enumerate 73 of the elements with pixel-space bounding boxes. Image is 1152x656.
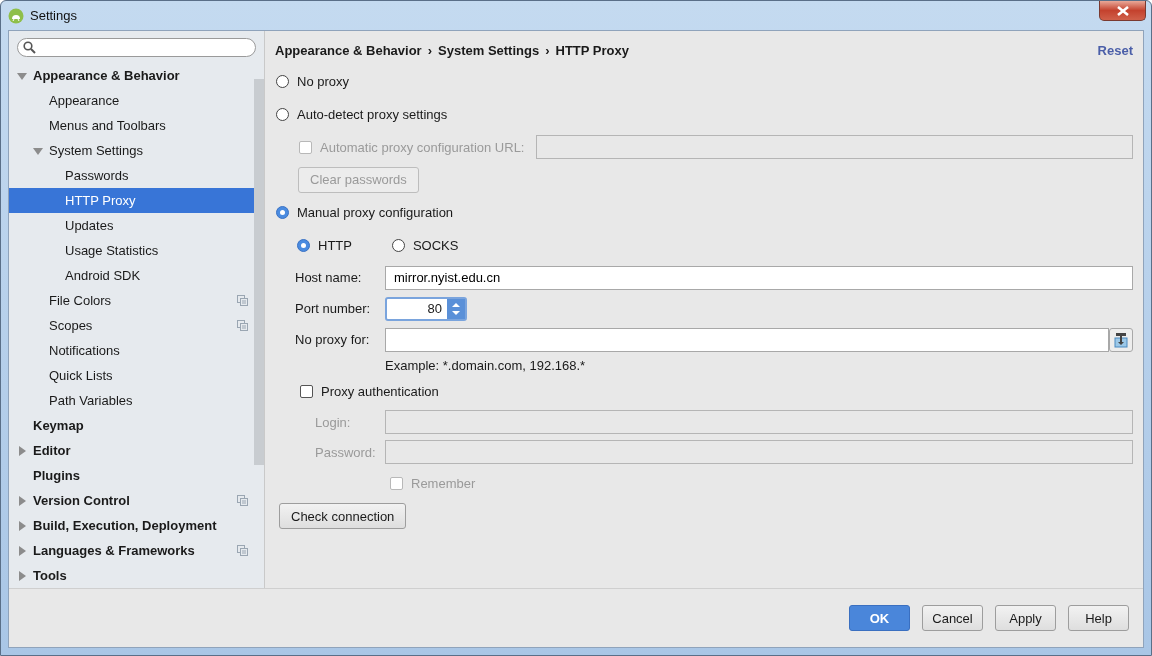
sidebar-item[interactable]: Android SDK: [9, 263, 254, 288]
checkbox-label: Remember: [411, 475, 476, 491]
sidebar-item[interactable]: Updates: [9, 213, 254, 238]
radio-label: SOCKS: [412, 238, 459, 253]
expanded-arrow-icon[interactable]: [33, 145, 43, 156]
radio-label: Manual proxy configuration: [297, 205, 454, 220]
dialog-button[interactable]: Apply: [995, 605, 1056, 631]
expanded-arrow-icon[interactable]: [17, 70, 27, 81]
sidebar-item[interactable]: HTTP Proxy: [9, 188, 254, 213]
search-field[interactable]: [17, 38, 256, 57]
sidebar-item[interactable]: Notifications: [9, 338, 254, 363]
checkbox[interactable]: [300, 384, 313, 398]
port-number-spinner[interactable]: 80: [385, 296, 467, 321]
checkbox-label: Proxy authentication: [321, 383, 439, 399]
input-field[interactable]: [385, 410, 1133, 434]
reset-link[interactable]: Reset: [1097, 42, 1133, 58]
radio-button[interactable]: [276, 75, 289, 88]
sidebar-item[interactable]: Path Variables: [9, 388, 254, 413]
radio-button[interactable]: [297, 239, 310, 252]
url-field[interactable]: [536, 135, 1133, 159]
sidebar-item[interactable]: Scopes: [9, 313, 254, 338]
breadcrumb-item: Appearance & Behavior: [275, 42, 422, 58]
close-button[interactable]: [1099, 1, 1146, 21]
close-icon[interactable]: [1115, 5, 1130, 16]
sidebar-item[interactable]: Version Control: [9, 488, 254, 513]
breadcrumb-separator: ›: [545, 42, 550, 58]
collapsed-arrow-icon[interactable]: [17, 545, 27, 556]
radio-label: No proxy: [297, 74, 350, 89]
breadcrumb-separator: ›: [427, 42, 432, 58]
radio-label: Auto-detect proxy settings: [297, 107, 448, 122]
dialog-button[interactable]: OK: [849, 605, 910, 631]
hint-text: Example: *.domain.com, 192.168.*: [385, 357, 586, 373]
sidebar-item[interactable]: File Colors: [9, 288, 254, 313]
field-label: Login:: [315, 414, 352, 430]
sidebar-item[interactable]: Build, Execution, Deployment: [9, 513, 254, 538]
sidebar-item[interactable]: Keymap: [9, 413, 254, 438]
no-proxy-field[interactable]: [385, 327, 1109, 352]
search-icon: [23, 41, 36, 54]
window-title: Settings: [30, 8, 77, 23]
field-label: Port number:: [295, 301, 372, 316]
radio-button[interactable]: [391, 239, 405, 252]
sidebar-item[interactable]: Quick Lists: [9, 363, 254, 388]
collapsed-arrow-icon[interactable]: [17, 445, 27, 456]
collapsed-arrow-icon[interactable]: [17, 495, 27, 506]
sidebar-item[interactable]: Usage Statistics: [9, 238, 254, 263]
dialog-button[interactable]: Help: [1068, 605, 1129, 631]
sidebar-item[interactable]: Editor: [9, 438, 254, 463]
sidebar-item[interactable]: Appearance & Behavior: [9, 63, 254, 88]
field-label: No proxy for:: [295, 332, 371, 347]
check-connection-button[interactable]: Check connection: [279, 503, 407, 529]
import-icon[interactable]: [1109, 327, 1133, 352]
radio-button[interactable]: [276, 108, 289, 121]
scrollbar[interactable]: [254, 79, 264, 465]
radio-button[interactable]: [276, 206, 289, 219]
app-logo-icon: [8, 7, 24, 24]
checkbox-label: Automatic proxy configuration URL:: [320, 139, 525, 155]
sidebar-item[interactable]: Menus and Toolbars: [9, 113, 254, 138]
collapsed-arrow-icon[interactable]: [17, 520, 27, 531]
sidebar-item[interactable]: Appearance: [9, 88, 254, 113]
sidebar-item[interactable]: Languages & Frameworks: [9, 538, 254, 563]
dialog-button[interactable]: Cancel: [922, 605, 983, 631]
breadcrumb-item: HTTP Proxy: [555, 42, 629, 58]
sidebar-item[interactable]: System Settings: [9, 138, 254, 163]
sidebar-item[interactable]: Passwords: [9, 163, 254, 188]
collapsed-arrow-icon[interactable]: [17, 570, 27, 581]
host-name-field[interactable]: mirror.nyist.edu.cn: [385, 265, 1133, 290]
radio-label: HTTP: [318, 238, 352, 253]
field-label: Host name:: [295, 270, 363, 285]
field-label: Password:: [315, 444, 377, 460]
sidebar-item[interactable]: Tools: [9, 563, 254, 588]
input-field[interactable]: [385, 440, 1133, 464]
sidebar-item[interactable]: Plugins: [9, 463, 254, 488]
breadcrumb-item: System Settings: [438, 42, 540, 58]
